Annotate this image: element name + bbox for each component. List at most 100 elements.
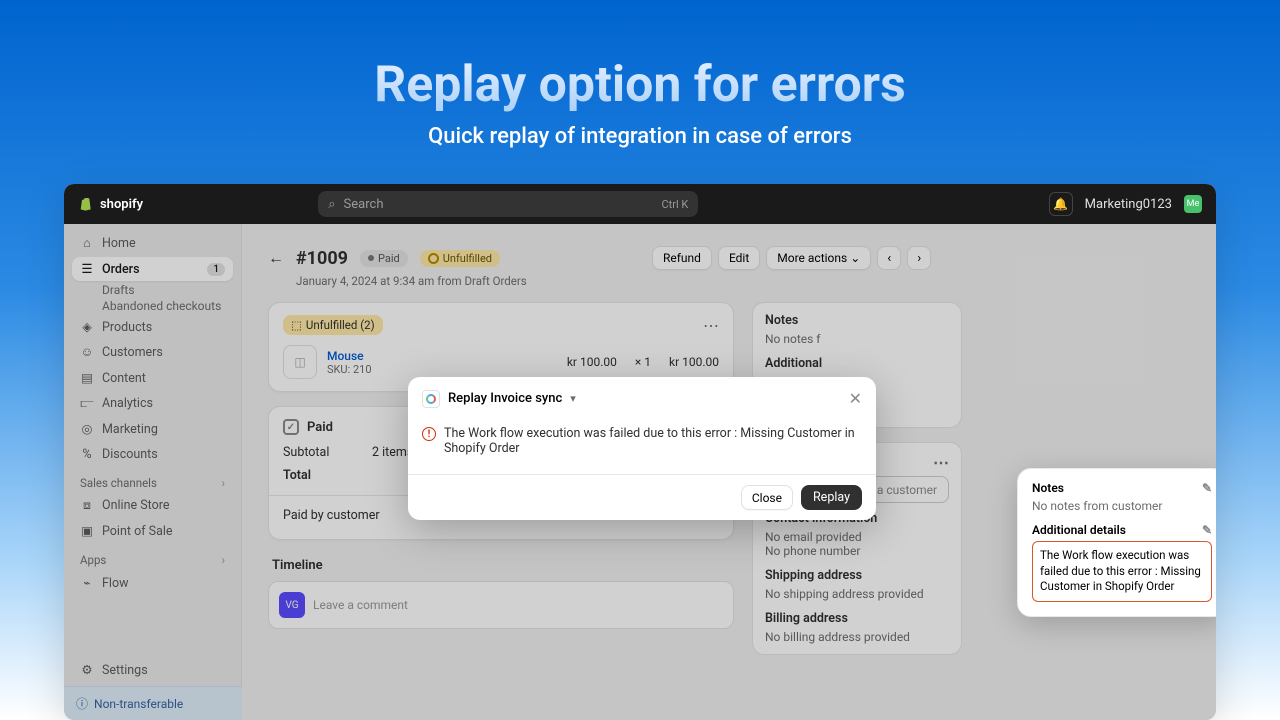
badge-text: Unfulfilled (2)	[306, 318, 375, 332]
nav-label: Flow	[102, 576, 128, 591]
popover-additional-title: Additional details	[1032, 523, 1126, 537]
no-email: No email provided	[765, 530, 949, 544]
nav-label: Marketing	[102, 422, 158, 437]
refund-button[interactable]: Refund	[652, 246, 712, 270]
non-transferable-banner[interactable]: ⓘ Non-transferable	[64, 686, 242, 720]
subtotal-label: Subtotal	[283, 445, 329, 460]
product-thumbnail[interactable]: ◫	[283, 345, 317, 379]
unit-price: kr 100.00	[567, 355, 617, 369]
info-icon: ⓘ	[76, 695, 88, 712]
nav-online-store[interactable]: ⧈ Online Store	[72, 494, 233, 517]
brand[interactable]: shopify	[78, 196, 143, 212]
chevron-right-icon: ›	[222, 553, 225, 567]
error-icon: !	[422, 427, 436, 441]
search-placeholder: Search	[344, 197, 384, 212]
unfulfilled-count-badge: ⬚ Unfulfilled (2)	[283, 315, 383, 335]
hero-subtitle: Quick replay of integration in case of e…	[0, 124, 1280, 149]
nav-label: Online Store	[102, 498, 169, 513]
modal-error-message: The Work flow execution was failed due t…	[444, 426, 862, 456]
card-menu-button[interactable]: ⋯	[703, 316, 719, 335]
app-icon	[422, 390, 440, 408]
nav-drafts[interactable]: Drafts	[72, 283, 233, 297]
orders-badge: 1	[207, 263, 225, 276]
line-item: ◫ Mouse SKU: 210 kr 100.00 × 1 kr 100.00	[283, 345, 719, 379]
box-icon: ⬚	[291, 318, 302, 332]
modal-title: Replay Invoice sync	[448, 391, 562, 406]
order-number: #1009	[296, 248, 348, 269]
shopify-icon	[78, 196, 94, 212]
nav-label: Products	[102, 320, 152, 335]
product-sku: SKU: 210	[327, 363, 372, 376]
nav-products[interactable]: ◈ Products	[72, 315, 233, 339]
nav-abandoned[interactable]: Abandoned checkouts	[72, 299, 233, 313]
banner-label: Non-transferable	[94, 697, 183, 711]
nav-label: Home	[102, 236, 136, 251]
close-icon[interactable]: ✕	[849, 389, 862, 408]
more-actions-button[interactable]: More actions ⌄	[766, 246, 871, 270]
comment-avatar: VG	[279, 592, 305, 618]
prev-order-button[interactable]: ‹	[877, 246, 901, 270]
customer-menu-button[interactable]: ⋯	[933, 453, 949, 472]
nav-label: Discounts	[102, 447, 158, 462]
nav-home[interactable]: ⌂ Home	[72, 232, 233, 255]
nav-content[interactable]: ▤ Content	[72, 366, 233, 390]
topbar: shopify ⌕ Search Ctrl K 🔔 Marketing0123 …	[64, 184, 1216, 224]
tag-icon: ◈	[80, 319, 94, 335]
store-icon: ⧈	[80, 498, 94, 513]
quantity: × 1	[635, 355, 651, 369]
analytics-icon: ⫍	[80, 396, 94, 411]
additional-title: Additional	[765, 356, 822, 371]
nav-orders[interactable]: ☰ Orders 1	[72, 257, 233, 281]
notifications-button[interactable]: 🔔	[1049, 192, 1073, 216]
chevron-down-icon: ⌄	[850, 251, 860, 265]
chevron-down-icon[interactable]: ▾	[570, 392, 576, 405]
search-shortcut: Ctrl K	[661, 198, 688, 211]
nav-flow[interactable]: ⌁ Flow	[72, 571, 233, 595]
nav-customers[interactable]: ☺Customers	[72, 341, 233, 364]
target-icon: ◎	[80, 421, 94, 437]
search-input[interactable]: ⌕ Search Ctrl K	[318, 191, 698, 217]
notes-popover: Notes✎ No notes from customer Additional…	[1017, 468, 1216, 617]
discount-icon: %	[80, 447, 94, 462]
gear-icon: ⚙	[80, 662, 94, 678]
timeline-title: Timeline	[272, 558, 734, 573]
next-order-button[interactable]: ›	[907, 246, 931, 270]
nav-pos[interactable]: ▣ Point of Sale	[72, 519, 233, 543]
nav-label: Orders	[102, 262, 140, 277]
edit-icon[interactable]: ✎	[1202, 523, 1212, 537]
replay-button[interactable]: Replay	[801, 485, 862, 510]
user-name[interactable]: Marketing0123	[1085, 197, 1172, 212]
content-icon: ▤	[80, 370, 94, 386]
close-button[interactable]: Close	[741, 485, 793, 510]
comment-input[interactable]: VG Leave a comment	[268, 581, 734, 629]
apps-header[interactable]: Apps ›	[72, 545, 233, 571]
pos-icon: ▣	[80, 523, 94, 539]
no-shipping: No shipping address provided	[765, 587, 949, 601]
nav-marketing[interactable]: ◎ Marketing	[72, 417, 233, 441]
nav-label: Settings	[102, 663, 148, 678]
hero-title: Replay option for errors	[0, 56, 1280, 114]
product-name-link[interactable]: Mouse	[327, 349, 372, 363]
nav-settings[interactable]: ⚙ Settings	[72, 658, 234, 682]
avatar[interactable]: Me	[1184, 195, 1202, 213]
back-button[interactable]: ←	[268, 248, 284, 268]
nav-label: Content	[102, 371, 146, 386]
edit-icon[interactable]: ✎	[1202, 481, 1212, 495]
nav-analytics[interactable]: ⫍ Analytics	[72, 392, 233, 415]
orders-icon: ☰	[80, 261, 94, 277]
nav-label: Analytics	[102, 396, 153, 411]
section-label: Apps	[80, 553, 106, 567]
flow-icon: ⌁	[80, 575, 94, 591]
section-label: Sales channels	[80, 476, 157, 490]
check-icon: ✓	[283, 419, 299, 435]
nav-label: Point of Sale	[102, 524, 173, 539]
popover-notes-empty: No notes from customer	[1032, 499, 1212, 513]
bell-icon: 🔔	[1053, 197, 1068, 211]
nav-discounts[interactable]: % Discounts	[72, 443, 233, 466]
edit-button[interactable]: Edit	[718, 246, 760, 270]
shipping-title: Shipping address	[765, 568, 862, 583]
sales-channels-header[interactable]: Sales channels›	[72, 468, 233, 494]
home-icon: ⌂	[80, 236, 94, 251]
search-icon: ⌕	[328, 197, 335, 212]
paid-by-label: Paid by customer	[283, 508, 380, 523]
